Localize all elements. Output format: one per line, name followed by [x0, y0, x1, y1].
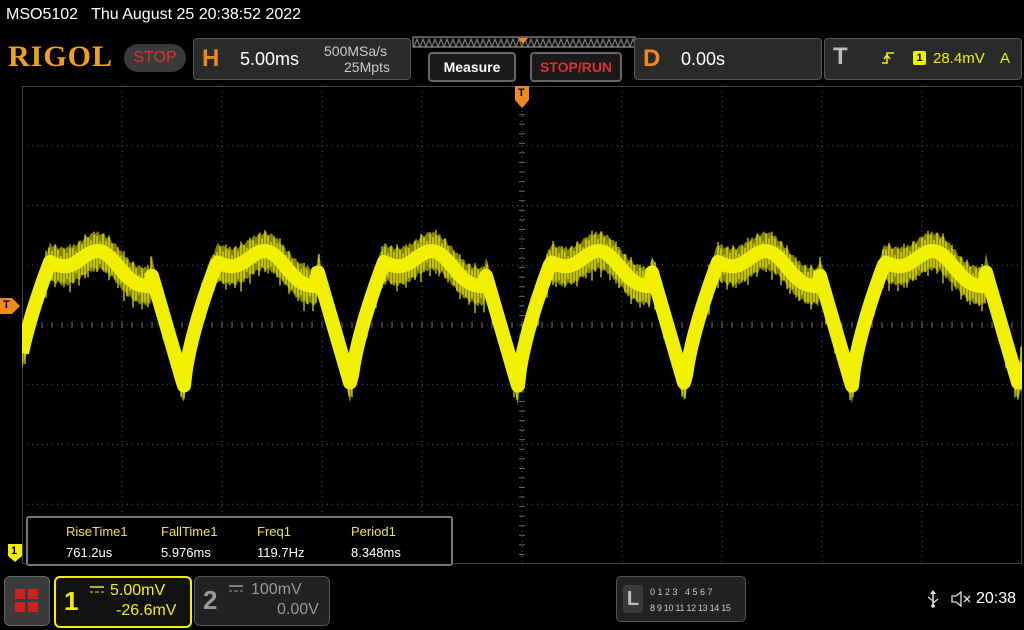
datetime: Thu August 25 20:38:52 2022 [91, 6, 302, 23]
grid-menu-icon [15, 589, 38, 612]
measurement-freq: Freq1 119.7Hz [257, 524, 305, 560]
measurement-period: Period1 8.348ms [351, 524, 401, 560]
delay-panel[interactable]: D 0.00s [634, 38, 822, 80]
measure-button[interactable]: Measure [428, 52, 516, 82]
channel2-panel[interactable]: 2 100mV 0.00V [194, 576, 330, 626]
logic-analyzer-panel[interactable]: L 0 1 2 3 4 5 6 7 8 9 10 11 12 13 14 15 [616, 576, 746, 622]
logic-letter: L [623, 585, 643, 613]
channel1-number: 1 [64, 586, 79, 616]
logic-channels-row1: 0 1 2 3 4 5 6 7 [650, 587, 713, 597]
trigger-level-marker[interactable]: T [0, 298, 20, 314]
channel1-offset: -26.6mV [116, 602, 177, 619]
dc-coupling-icon [90, 586, 104, 593]
channel1-ground-marker[interactable]: 1 [8, 544, 22, 562]
trigger-letter: T [833, 43, 848, 70]
delay-letter: D [643, 45, 661, 72]
channel1-scale: 5.00mV [110, 582, 166, 599]
rigol-logo: RIGOL [8, 40, 114, 73]
waveform-display[interactable] [22, 86, 1022, 564]
memory-depth: 25Mpts [344, 59, 390, 75]
measurement-results: RiseTime1 761.2us FallTime1 5.976ms Freq… [26, 516, 453, 566]
run-state-label: STOP [133, 49, 177, 66]
channel1-panel[interactable]: 1 5.00mV -26.6mV [54, 576, 192, 628]
timebase-value: 5.00ms [240, 49, 300, 69]
run-state-badge[interactable]: STOP [124, 44, 186, 72]
menu-button[interactable] [4, 576, 50, 626]
rising-edge-icon [882, 52, 894, 64]
logic-channels-row2: 8 9 10 11 12 13 14 15 [650, 603, 731, 613]
speaker-muted-icon[interactable] [950, 590, 972, 608]
measurement-falltime: FallTime1 5.976ms [161, 524, 218, 560]
trigger-position-marker[interactable]: T [515, 86, 529, 108]
channel2-number: 2 [203, 585, 218, 615]
sample-rate: 500MSa/s [324, 43, 388, 59]
measurement-risetime: RiseTime1 761.2us [66, 524, 128, 560]
trigger-level: 28.4mV [933, 50, 985, 67]
trigger-mode: A [1000, 50, 1011, 67]
usb-icon [927, 590, 939, 608]
stop-run-button[interactable]: STOP/RUN [530, 52, 622, 82]
trigger-panel[interactable]: T 1 28.4mV A [824, 38, 1022, 80]
horizontal-panel[interactable]: H 5.00ms 500MSa/s 25Mpts [193, 38, 411, 80]
horizontal-letter: H [202, 45, 220, 72]
delay-value: 0.00s [681, 49, 726, 69]
channel2-scale: 100mV [251, 581, 302, 598]
title-bar: MSO5102 Thu August 25 20:38:52 2022 [6, 6, 301, 24]
model-name: MSO5102 [6, 6, 79, 23]
dc-coupling-icon [229, 585, 243, 592]
channel2-offset: 0.00V [277, 601, 319, 618]
clock-time: 20:38 [976, 590, 1017, 607]
trigger-source-badge: 1 [913, 51, 926, 65]
memory-overview-strip [412, 36, 636, 49]
